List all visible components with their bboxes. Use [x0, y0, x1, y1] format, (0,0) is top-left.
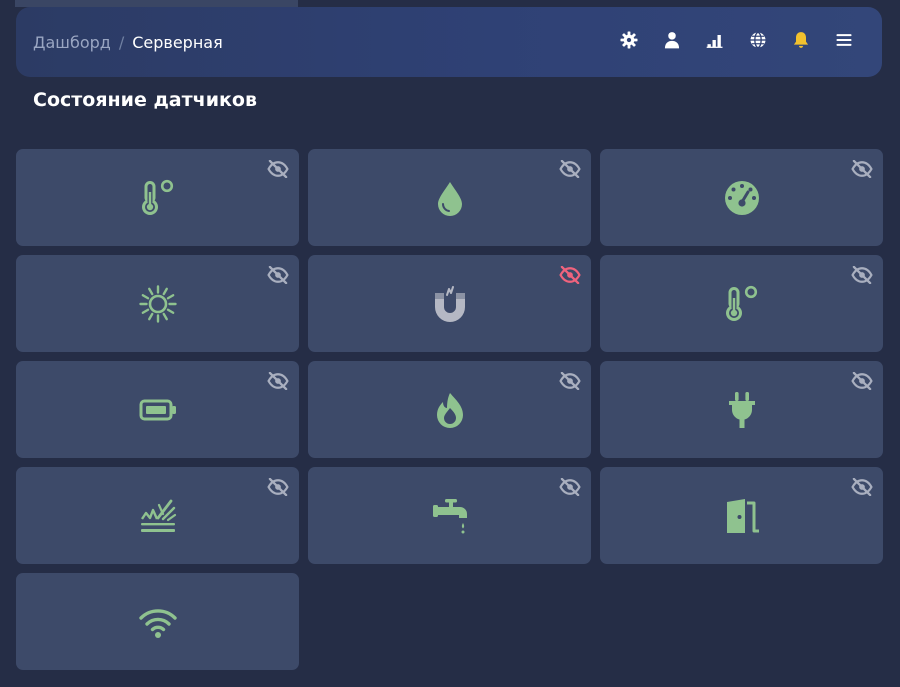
sensor-tile[interactable] — [308, 255, 591, 352]
menu-button[interactable] — [822, 22, 865, 62]
eye-slash-icon[interactable] — [851, 266, 873, 284]
breadcrumb-current: Серверная — [132, 32, 223, 52]
gear-button[interactable] — [607, 22, 650, 62]
wifi-icon — [138, 602, 178, 642]
sensor-tile[interactable] — [16, 573, 299, 670]
eye-slash-icon[interactable] — [851, 372, 873, 390]
breadcrumb: Дашборд / Серверная — [33, 33, 223, 52]
sensor-tile[interactable] — [600, 149, 883, 246]
eye-slash-icon[interactable] — [559, 478, 581, 496]
water-drop-icon — [430, 178, 470, 218]
sensor-tile[interactable] — [600, 467, 883, 564]
sensor-tile[interactable] — [308, 149, 591, 246]
eye-slash-icon[interactable] — [559, 372, 581, 390]
thermometer-icon — [138, 178, 178, 218]
breadcrumb-separator: / — [118, 32, 125, 52]
battery-icon — [138, 390, 178, 430]
sensor-tile[interactable] — [16, 467, 299, 564]
door-icon — [722, 496, 762, 536]
magnet-icon — [430, 284, 470, 324]
user-icon — [662, 30, 682, 54]
gauge-icon — [722, 178, 762, 218]
signal-bars-icon — [705, 30, 725, 54]
eye-slash-icon[interactable] — [559, 160, 581, 178]
water-tap-icon — [430, 496, 470, 536]
globe-button[interactable] — [736, 22, 779, 62]
power-plug-icon — [722, 390, 762, 430]
thermometer-icon — [722, 284, 762, 324]
bell-icon — [791, 30, 811, 54]
gear-icon — [619, 30, 639, 54]
eye-slash-icon[interactable] — [267, 160, 289, 178]
header-toolbar — [607, 22, 865, 62]
eye-slash-icon[interactable] — [851, 160, 873, 178]
sensor-grid — [16, 149, 883, 670]
eye-slash-icon[interactable] — [267, 372, 289, 390]
user-button[interactable] — [650, 22, 693, 62]
globe-icon — [748, 30, 768, 54]
menu-icon — [834, 30, 854, 54]
sensor-tile[interactable] — [16, 255, 299, 352]
eye-slash-icon[interactable] — [851, 478, 873, 496]
top-header: Дашборд / Серверная — [16, 7, 882, 77]
page-title: Состояние датчиков — [33, 89, 257, 111]
sensor-tile[interactable] — [308, 361, 591, 458]
sensor-tile[interactable] — [600, 361, 883, 458]
bell-button[interactable] — [779, 22, 822, 62]
sensor-tile[interactable] — [16, 149, 299, 246]
eye-slash-icon[interactable] — [559, 266, 581, 284]
flame-icon — [430, 390, 470, 430]
sensor-tile[interactable] — [308, 467, 591, 564]
top-edge-strip — [15, 0, 298, 7]
sensor-tile[interactable] — [16, 361, 299, 458]
vibration-icon — [138, 496, 178, 536]
eye-slash-icon[interactable] — [267, 478, 289, 496]
sun-icon — [138, 284, 178, 324]
signal-bars-button[interactable] — [693, 22, 736, 62]
eye-slash-icon[interactable] — [267, 266, 289, 284]
sensor-tile[interactable] — [600, 255, 883, 352]
breadcrumb-dashboard-link[interactable]: Дашборд — [33, 33, 111, 52]
